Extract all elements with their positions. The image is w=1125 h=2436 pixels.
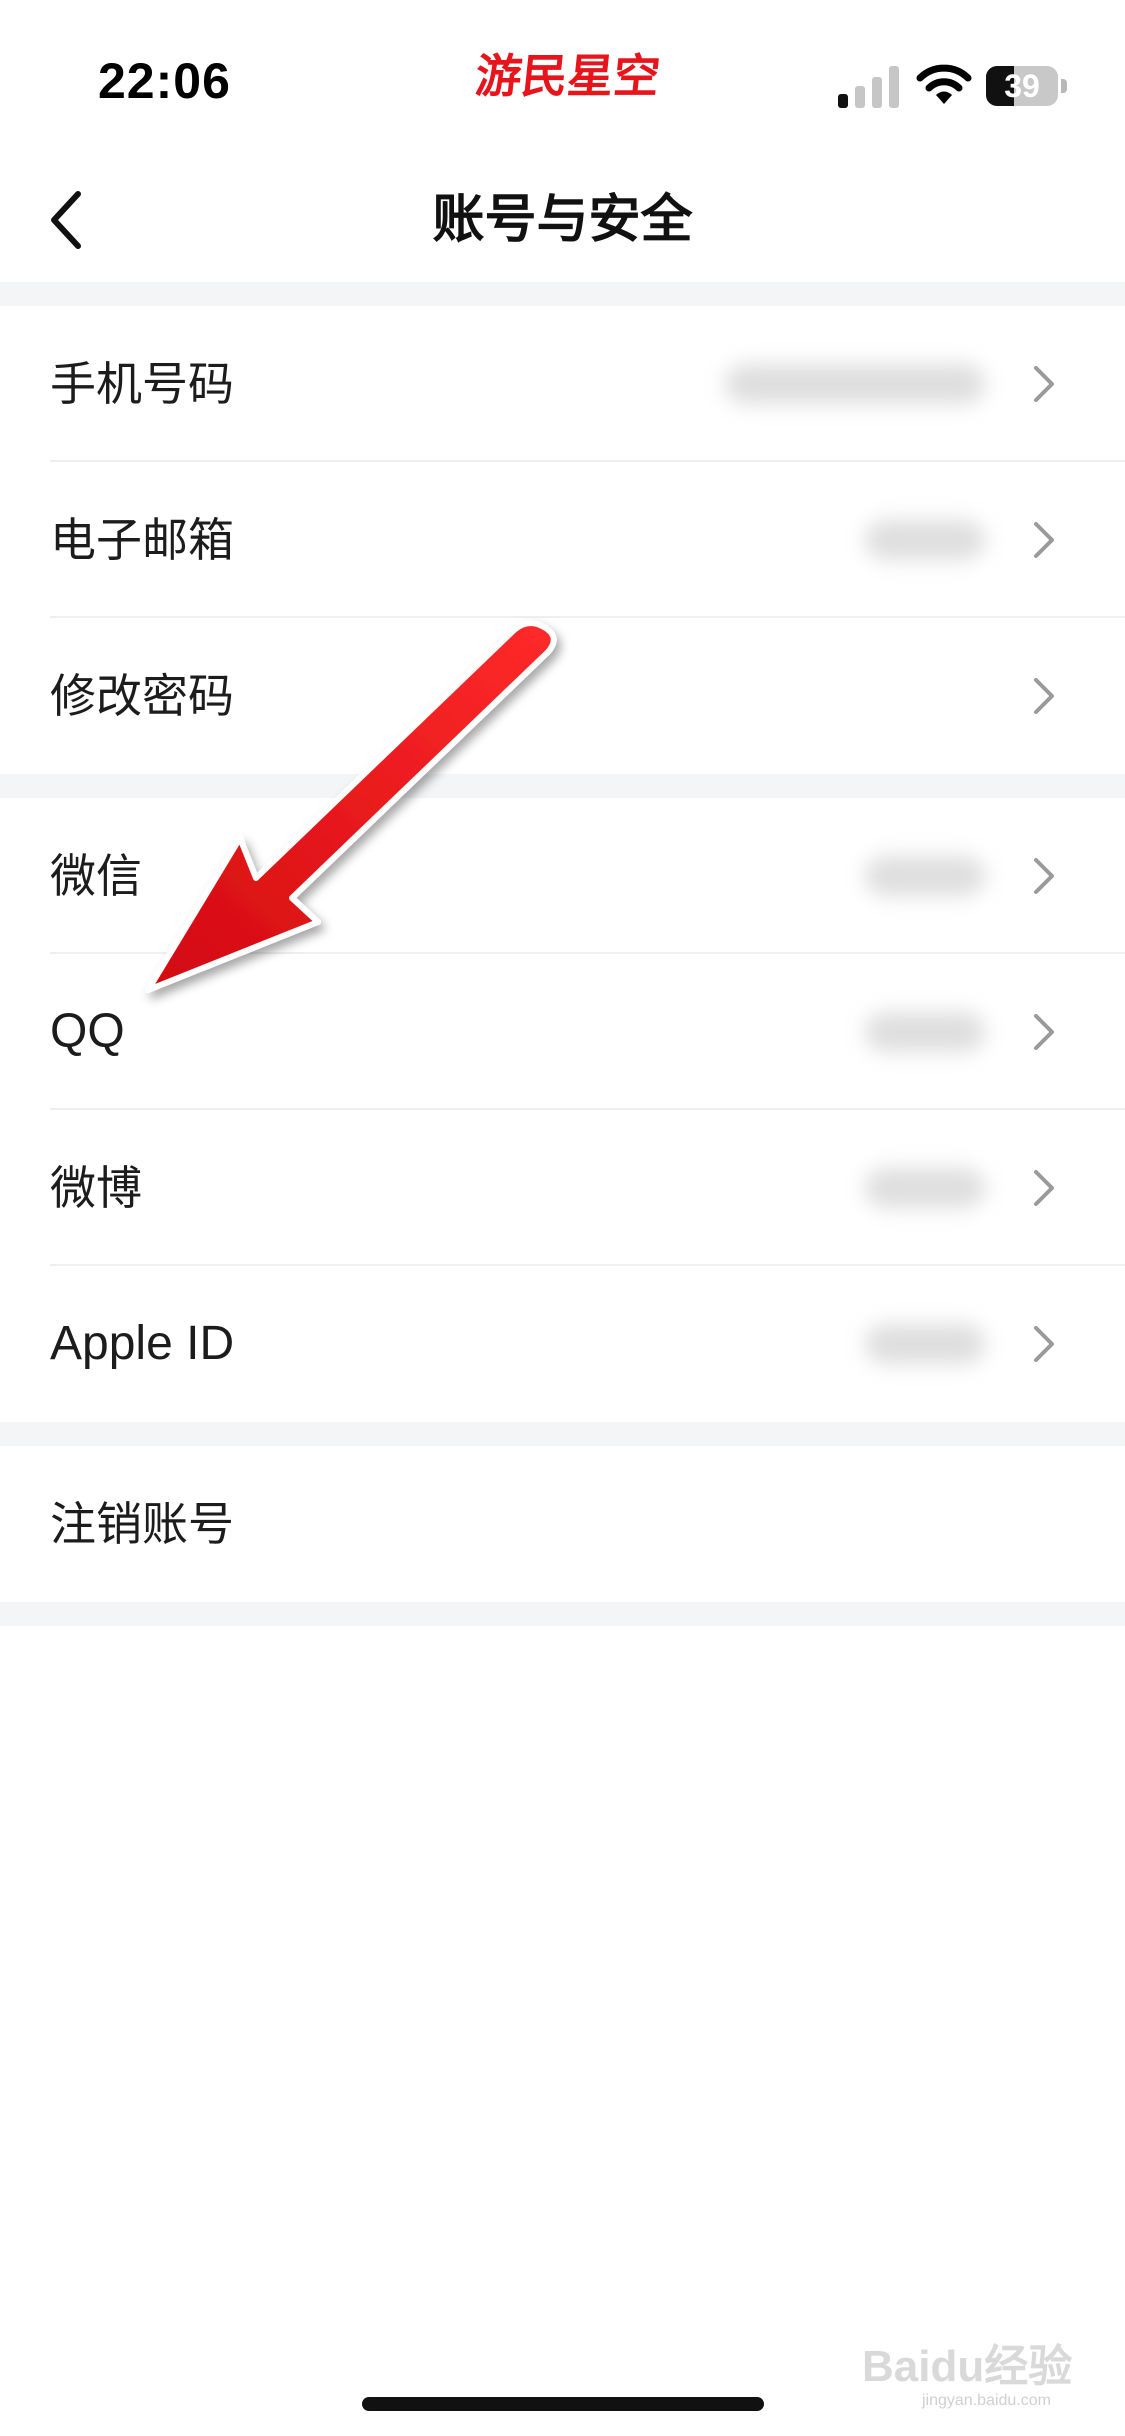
apple-id-row[interactable]: Apple ID — [0, 1266, 1125, 1422]
row-label: Apple ID — [50, 1317, 235, 1370]
page-title: 账号与安全 — [432, 190, 693, 250]
status-time: 22:06 — [98, 53, 231, 109]
home-indicator — [362, 2397, 764, 2411]
chevron-right-icon — [1034, 1170, 1054, 1206]
group-gap — [0, 282, 1125, 306]
battery-icon: 39 — [986, 66, 1068, 106]
account-security-screen: 22:06 游民星空 39 账号与安全 手机号码 电子邮箱 修改密码 微信 QQ… — [0, 0, 1125, 2436]
row-label: 电子邮箱 — [50, 513, 234, 567]
row-label: 手机号码 — [50, 357, 234, 411]
settings-group-deactivate: 注销账号 — [0, 1446, 1125, 1602]
signal-icon — [838, 66, 899, 108]
row-label: QQ — [50, 1005, 125, 1058]
group-gap — [0, 1602, 1125, 1626]
hidden-value — [865, 520, 985, 560]
row-label: 注销账号 — [50, 1497, 234, 1551]
wifi-icon — [916, 64, 972, 104]
baidu-url: jingyan.baidu.com — [922, 2392, 1051, 2409]
watermark-logo: 游民星空 — [472, 49, 663, 103]
chevron-right-icon — [1034, 678, 1054, 714]
chevron-right-icon — [1034, 522, 1054, 558]
hidden-value — [865, 856, 985, 896]
row-label: 微信 — [50, 849, 142, 903]
group-gap — [0, 1422, 1125, 1446]
baidu-watermark: Baidu经验 — [862, 2342, 1073, 2391]
weibo-row[interactable]: 微博 — [0, 1110, 1125, 1266]
chevron-right-icon — [1034, 858, 1054, 894]
hidden-value — [865, 1168, 985, 1208]
hidden-value — [865, 1324, 985, 1364]
chevron-right-icon — [1034, 1014, 1054, 1050]
row-label: 微博 — [50, 1161, 142, 1215]
chevron-right-icon — [1034, 1326, 1054, 1362]
email-row[interactable]: 电子邮箱 — [0, 462, 1125, 618]
battery-level: 39 — [1004, 68, 1040, 104]
annotation-arrow-icon — [145, 620, 557, 993]
chevron-right-icon — [1034, 366, 1054, 402]
status-bar: 22:06 游民星空 39 — [0, 0, 1125, 150]
back-button[interactable] — [30, 180, 110, 260]
nav-bar: 账号与安全 — [0, 160, 1125, 280]
deactivate-account-row[interactable]: 注销账号 — [0, 1446, 1125, 1602]
hidden-value — [865, 1012, 985, 1052]
chevron-left-icon — [51, 191, 81, 249]
battery-tip — [1061, 79, 1067, 93]
phone-number-row[interactable]: 手机号码 — [0, 306, 1125, 462]
hidden-value — [725, 364, 985, 404]
battery-body: 39 — [986, 66, 1058, 106]
